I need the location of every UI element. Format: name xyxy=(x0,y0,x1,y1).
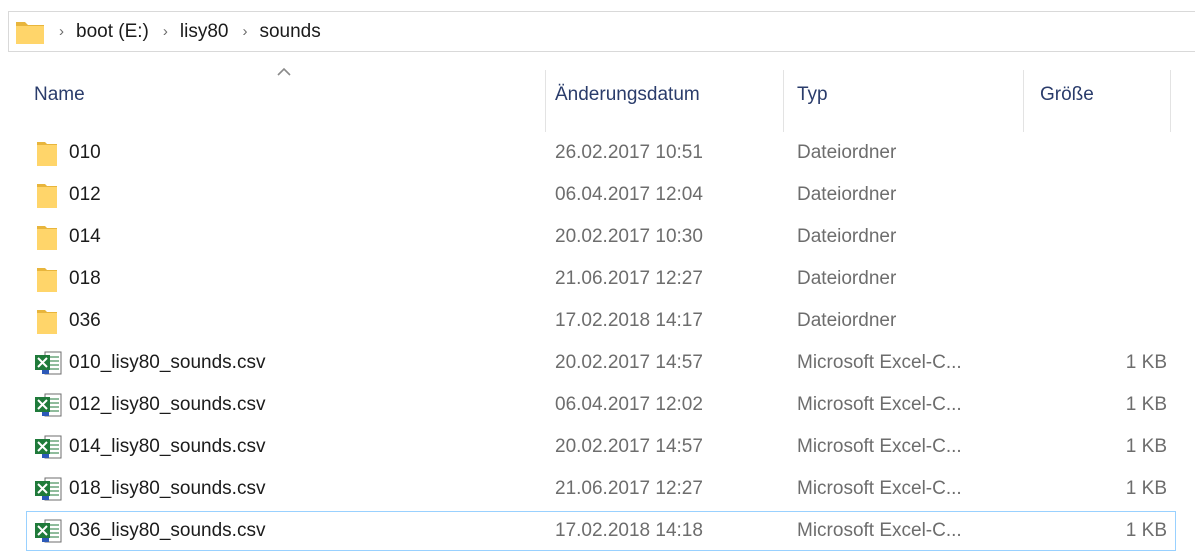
file-type: Microsoft Excel-C... xyxy=(797,436,962,457)
excel-csv-icon xyxy=(33,516,63,546)
breadcrumb-separator-icon[interactable]: › xyxy=(242,24,247,39)
folder-icon xyxy=(33,264,63,294)
breadcrumb-item[interactable]: boot (E:) xyxy=(76,22,149,41)
file-size: 1 KB xyxy=(1125,436,1167,457)
file-size: 1 KB xyxy=(1125,478,1167,499)
table-row[interactable]: 036 17.02.2018 14:17 Dateiordner xyxy=(26,301,1176,341)
excel-csv-icon xyxy=(33,474,63,504)
excel-csv-icon xyxy=(33,432,63,462)
file-name-cell[interactable]: 010_lisy80_sounds.csv xyxy=(33,344,265,382)
modified-date: 20.02.2017 14:57 xyxy=(555,352,703,373)
file-name-cell[interactable]: 018_lisy80_sounds.csv xyxy=(33,470,265,508)
table-row[interactable]: 014 20.02.2017 10:30 Dateiordner xyxy=(26,217,1176,257)
sort-ascending-icon[interactable] xyxy=(277,64,291,76)
modified-date: 06.04.2017 12:04 xyxy=(555,184,703,205)
column-divider[interactable] xyxy=(1023,70,1024,132)
file-name: 010 xyxy=(69,142,101,163)
file-name: 018 xyxy=(69,268,101,289)
file-name-cell[interactable]: 014_lisy80_sounds.csv xyxy=(33,428,265,466)
column-header-size[interactable]: Größe xyxy=(1040,84,1094,106)
file-name: 036 xyxy=(69,310,101,331)
table-row[interactable]: 012_lisy80_sounds.csv 06.04.2017 12:02 Mic… xyxy=(26,385,1176,425)
column-header-row: Name Änderungsdatum Typ Größe xyxy=(0,58,1195,132)
modified-date: 17.02.2018 14:18 xyxy=(555,520,703,541)
file-size: 1 KB xyxy=(1125,394,1167,415)
column-divider[interactable] xyxy=(1170,70,1171,132)
modified-date: 21.06.2017 12:27 xyxy=(555,268,703,289)
file-type: Dateiordner xyxy=(797,268,897,289)
file-name-cell[interactable]: 012_lisy80_sounds.csv xyxy=(33,386,265,424)
file-type: Dateiordner xyxy=(797,184,897,205)
file-name: 014 xyxy=(69,226,101,247)
table-row[interactable]: 012 06.04.2017 12:04 Dateiordner xyxy=(26,175,1176,215)
modified-date: 06.04.2017 12:02 xyxy=(555,394,703,415)
file-size: 1 KB xyxy=(1125,520,1167,541)
file-name-cell[interactable]: 014 xyxy=(33,218,101,256)
file-name-cell[interactable]: 012 xyxy=(33,176,101,214)
table-row[interactable]: 036_lisy80_sounds.csv 17.02.2018 14:18 Mic… xyxy=(26,511,1176,551)
file-name-cell[interactable]: 010 xyxy=(33,134,101,172)
file-type: Microsoft Excel-C... xyxy=(797,394,962,415)
modified-date: 21.06.2017 12:27 xyxy=(555,478,703,499)
column-divider[interactable] xyxy=(783,70,784,132)
folder-icon xyxy=(33,138,63,168)
file-type: Dateiordner xyxy=(797,226,897,247)
modified-date: 20.02.2017 10:30 xyxy=(555,226,703,247)
file-name: 012_lisy80_sounds.csv xyxy=(69,394,266,415)
folder-icon xyxy=(33,306,63,336)
breadcrumb-separator-icon[interactable]: › xyxy=(59,24,64,39)
file-size: 1 KB xyxy=(1125,352,1167,373)
file-type: Microsoft Excel-C... xyxy=(797,520,962,541)
excel-csv-icon xyxy=(33,390,63,420)
file-name: 012 xyxy=(69,184,101,205)
file-name-cell[interactable]: 018 xyxy=(33,260,101,298)
excel-csv-icon xyxy=(33,348,63,378)
table-row[interactable]: 010_lisy80_sounds.csv 20.02.2017 14:57 Mic… xyxy=(26,343,1176,383)
column-header-type[interactable]: Typ xyxy=(797,84,828,106)
modified-date: 20.02.2017 14:57 xyxy=(555,436,703,457)
file-type: Microsoft Excel-C... xyxy=(797,478,962,499)
file-name: 010_lisy80_sounds.csv xyxy=(69,352,266,373)
file-type: Dateiordner xyxy=(797,142,897,163)
column-header-name[interactable]: Name xyxy=(34,84,85,106)
modified-date: 17.02.2018 14:17 xyxy=(555,310,703,331)
table-row[interactable]: 018_lisy80_sounds.csv 21.06.2017 12:27 Mic… xyxy=(26,469,1176,509)
file-name-cell[interactable]: 036 xyxy=(33,302,101,340)
folder-icon xyxy=(33,180,63,210)
column-header-date[interactable]: Änderungsdatum xyxy=(555,84,700,106)
file-name: 036_lisy80_sounds.csv xyxy=(69,520,266,541)
file-name: 014_lisy80_sounds.csv xyxy=(69,436,266,457)
breadcrumb-separator-icon[interactable]: › xyxy=(163,24,168,39)
folder-icon xyxy=(33,222,63,252)
breadcrumb-item[interactable]: lisy80 xyxy=(180,22,229,41)
breadcrumb-item[interactable]: sounds xyxy=(259,22,320,41)
table-row[interactable]: 018 21.06.2017 12:27 Dateiordner xyxy=(26,259,1176,299)
file-type: Microsoft Excel-C... xyxy=(797,352,962,373)
column-divider[interactable] xyxy=(545,70,546,132)
file-name-cell[interactable]: 036_lisy80_sounds.csv xyxy=(33,512,265,550)
modified-date: 26.02.2017 10:51 xyxy=(555,142,703,163)
address-bar[interactable]: › boot (E:) › lisy80 › sounds xyxy=(8,11,1195,52)
breadcrumb: › boot (E:) › lisy80 › sounds xyxy=(45,22,321,41)
table-row[interactable]: 014_lisy80_sounds.csv 20.02.2017 14:57 Mic… xyxy=(26,427,1176,467)
folder-icon xyxy=(15,19,45,45)
file-type: Dateiordner xyxy=(797,310,897,331)
table-row[interactable]: 010 26.02.2017 10:51 Dateiordner xyxy=(26,133,1176,173)
file-name: 018_lisy80_sounds.csv xyxy=(69,478,266,499)
